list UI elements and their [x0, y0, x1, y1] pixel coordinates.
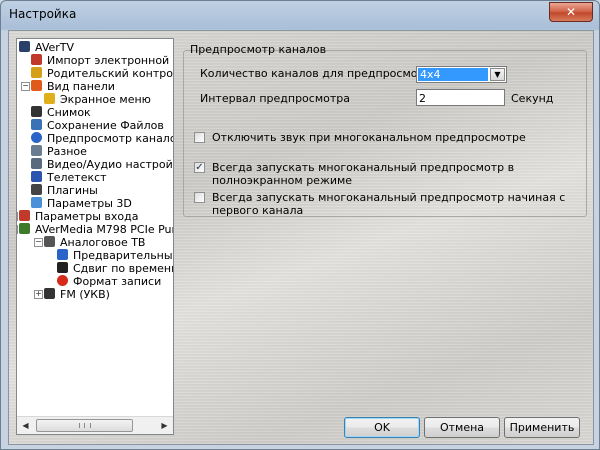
gear-icon: [31, 145, 42, 156]
tree-item-label: Вид панели: [47, 80, 115, 93]
tree-item-label: Видео/Аудио настройки: [47, 158, 174, 171]
save-icon: [31, 119, 42, 130]
chevron-down-icon[interactable]: ▼: [490, 68, 505, 81]
tree-item-label: Формат записи: [73, 275, 162, 288]
device-icon: [19, 223, 30, 234]
3d-icon: [31, 197, 42, 208]
tree-item-label: AVerTV: [35, 41, 75, 54]
tree-item-label: FM (УКВ): [60, 288, 110, 301]
interval-unit: Секунд: [511, 92, 554, 105]
tree-item-label: Сдвиг по времени: [73, 262, 174, 275]
first-channel-checkbox[interactable]: [194, 192, 205, 203]
eye-icon: [31, 132, 42, 143]
first-channel-option-label: Всегда запускать многоканальный предпрос…: [212, 191, 566, 217]
plugin-icon: [31, 184, 42, 195]
tree-horizontal-scrollbar[interactable]: ◀ ▶: [17, 416, 173, 434]
group-title: Предпросмотр каналов: [190, 43, 327, 56]
fullscreen-option-label: Всегда запускать многоканальный предпрос…: [212, 161, 515, 187]
tree-item-label: Экранное меню: [60, 93, 151, 106]
tv-icon: [44, 236, 55, 247]
settings-tree[interactable]: AVerTVИмпорт электронной прогрРодительск…: [16, 38, 174, 435]
scroll-thumb[interactable]: [36, 419, 133, 432]
tree-expander-expand-icon[interactable]: +: [17, 212, 18, 221]
osd-icon: [44, 93, 55, 104]
channel-count-label: Количество каналов для предпросмотра: [200, 67, 438, 80]
tree-expander-expand-icon[interactable]: +: [34, 290, 43, 299]
channel-count-select[interactable]: 4x4 ▼: [416, 66, 507, 83]
tree-item-label: AVerMedia M798 PCIe Pure: [35, 223, 174, 236]
tree-item-label: Разное: [47, 145, 87, 158]
tree-expander-collapse-icon[interactable]: −: [34, 238, 43, 247]
mute-option-label: Отключить звук при многоканальном предпр…: [212, 131, 526, 144]
tree-item-label: Родительский контроль: [47, 67, 174, 80]
radio-icon: [44, 288, 55, 299]
cancel-button[interactable]: Отмена: [424, 417, 500, 438]
tree-item-label: Плагины: [47, 184, 98, 197]
timeshift-icon: [57, 262, 68, 273]
close-button[interactable]: ✕: [549, 2, 593, 22]
tree-item-label: Предпросмотр каналов: [47, 132, 174, 145]
tree-item-label: Снимок: [47, 106, 91, 119]
camera-icon: [31, 106, 42, 117]
palette-icon: [31, 80, 42, 91]
tree-item-label: Импорт электронной прогр: [47, 54, 173, 67]
tree-expander-collapse-icon[interactable]: −: [17, 225, 18, 234]
lock-icon: [31, 67, 42, 78]
tree-expander-collapse-icon[interactable]: −: [21, 82, 30, 91]
tools-icon: [31, 158, 42, 169]
tree-item-label: Параметры 3D: [47, 197, 132, 210]
input-icon: [19, 210, 30, 221]
scroll-left-icon[interactable]: ◀: [18, 419, 33, 432]
checklist-icon: [57, 249, 68, 260]
dialog-client-area: AVerTVИмпорт электронной прогрРодительск…: [8, 30, 594, 445]
tree-item-label: Телетекст: [47, 171, 107, 184]
fullscreen-checkbox[interactable]: ✓: [194, 162, 205, 173]
tree-item-label: Аналоговое ТВ: [60, 236, 146, 249]
channel-count-value: 4x4: [418, 68, 488, 81]
title-bar: Настройка ✕: [1, 1, 599, 27]
grip-icon: [79, 423, 91, 428]
import-icon: [31, 54, 42, 65]
tree-item-label: Параметры входа: [35, 210, 139, 223]
scroll-right-icon[interactable]: ▶: [157, 419, 172, 432]
tree-item-label: Предварительный: [73, 249, 174, 262]
ok-button[interactable]: OK: [344, 417, 420, 438]
apply-button[interactable]: Применить: [504, 417, 580, 438]
interval-label: Интервал предпросмотра: [200, 92, 350, 105]
record-icon: [57, 275, 68, 286]
app-icon: [19, 41, 30, 52]
window-title: Настройка: [9, 7, 77, 21]
tree-item-label: Сохранение Файлов: [47, 119, 164, 132]
interval-input[interactable]: 2: [416, 89, 505, 106]
mute-checkbox[interactable]: [194, 132, 205, 143]
teletext-icon: [31, 171, 42, 182]
settings-window: Настройка ✕ AVerTVИмпорт электронной про…: [0, 0, 600, 450]
